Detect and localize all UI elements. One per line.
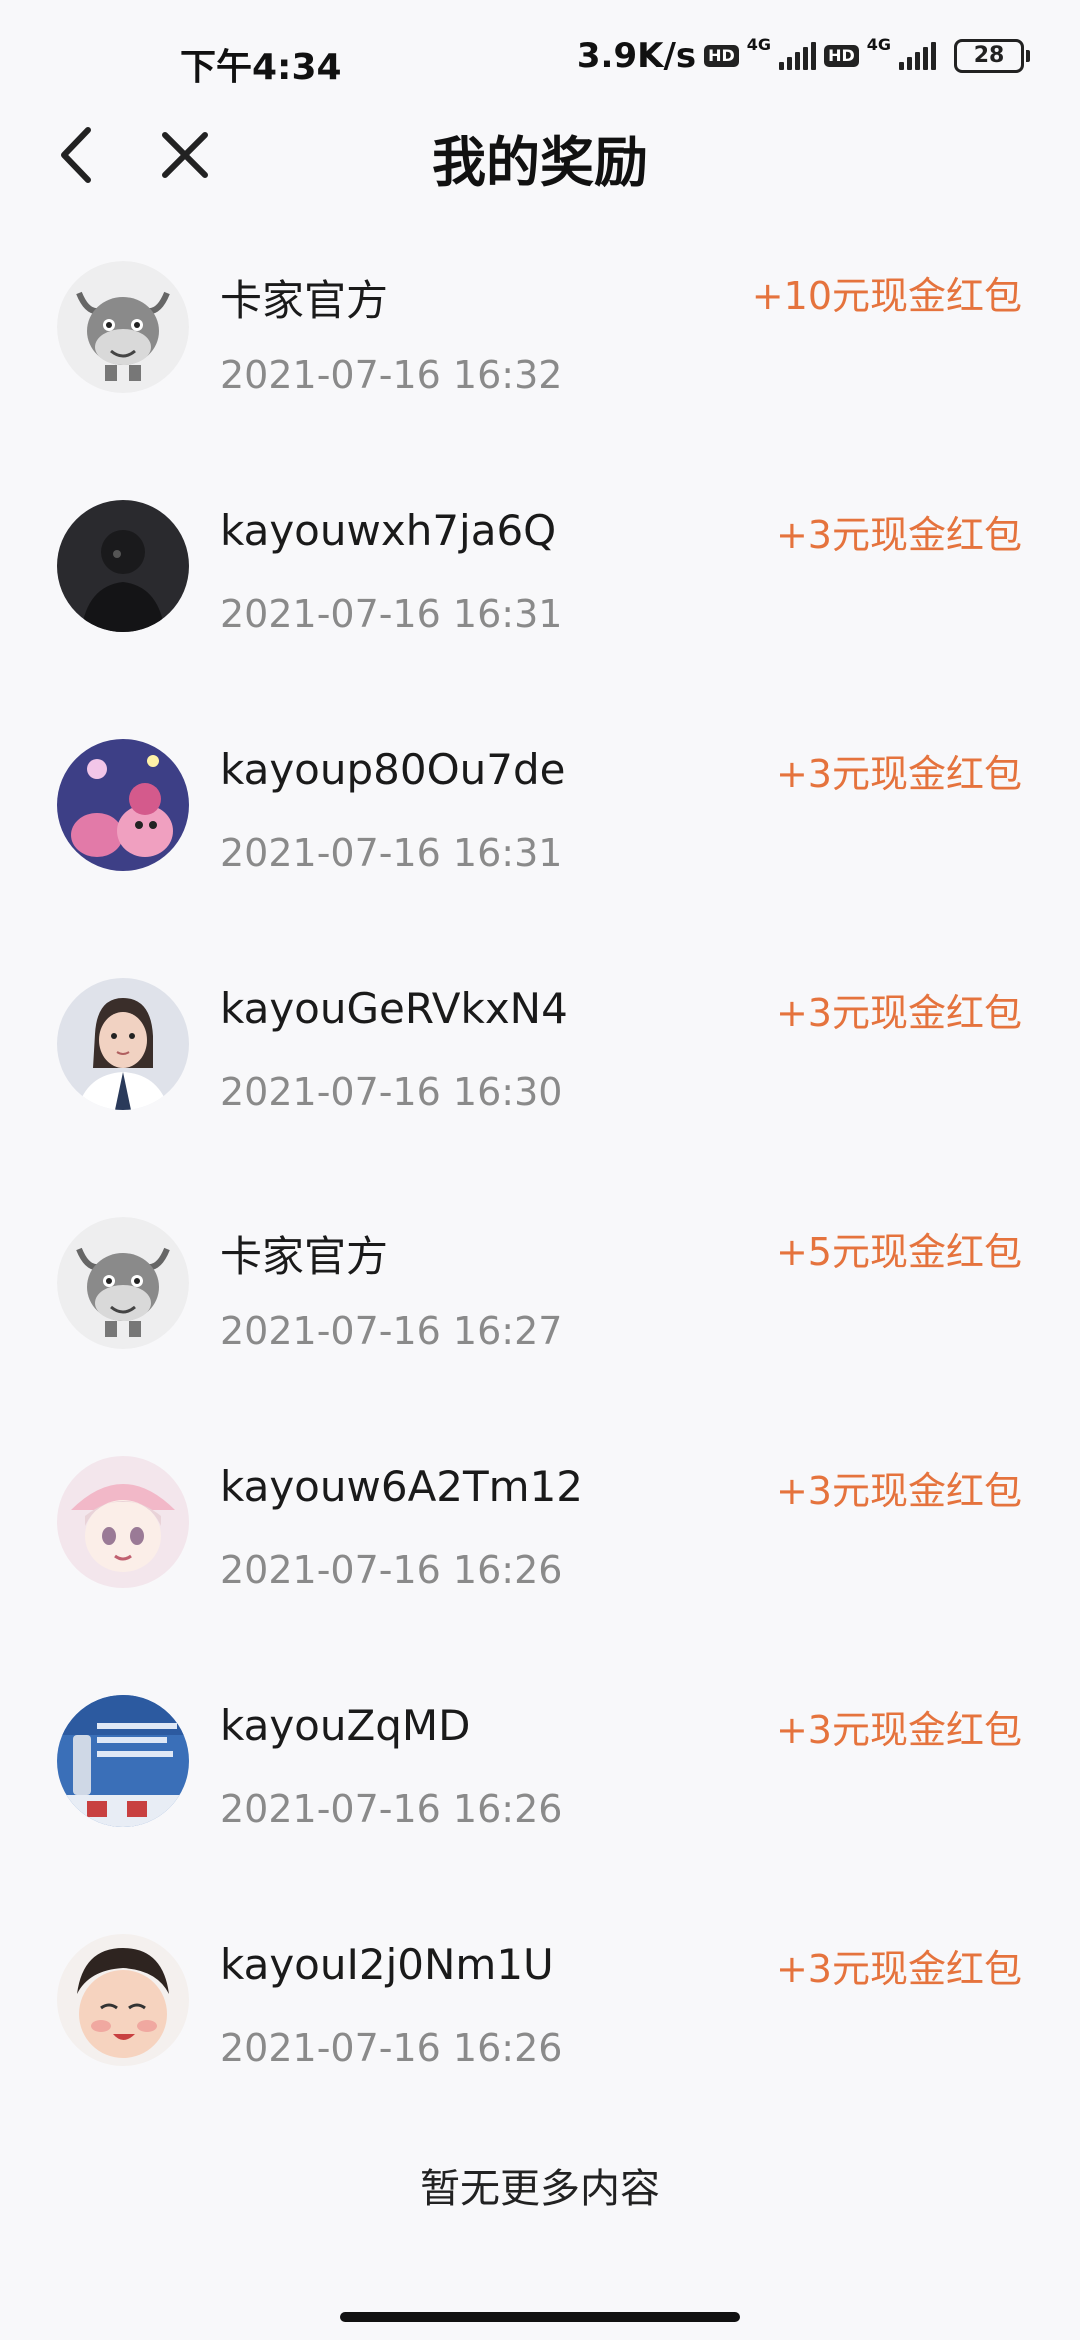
- list-item[interactable]: kayoup80Ou7de 2021-07-16 16:31 +3元现金红包: [0, 723, 1080, 962]
- anime-girl-avatar[interactable]: [57, 1456, 189, 1588]
- reward-amount: +3元现金红包: [775, 1469, 1022, 1513]
- woman-photo-avatar[interactable]: [57, 978, 189, 1110]
- signal-icon: [899, 42, 936, 70]
- cow-mascot-avatar[interactable]: [57, 1217, 189, 1349]
- reward-time: 2021-07-16 16:27: [220, 1309, 563, 1353]
- user-name: kayouI2j0Nm1U: [220, 1940, 554, 1989]
- reward-amount: +3元现金红包: [775, 1708, 1022, 1752]
- status-time: 下午4:34: [180, 47, 342, 88]
- list-item[interactable]: kayouI2j0Nm1U 2021-07-16 16:26 +3元现金红包: [0, 1918, 1080, 2157]
- signal-icon: [779, 42, 817, 70]
- reward-amount: +3元现金红包: [775, 991, 1022, 1035]
- list-item[interactable]: 卡家官方 2021-07-16 16:27 +5元现金红包: [0, 1201, 1080, 1440]
- reward-time: 2021-07-16 16:32: [220, 353, 563, 397]
- reward-time: 2021-07-16 16:26: [220, 2026, 563, 2070]
- product-ad-avatar[interactable]: [57, 1695, 189, 1827]
- network-type-label: 4G: [746, 34, 772, 54]
- home-indicator[interactable]: [340, 2312, 740, 2322]
- battery-icon: 28: [954, 39, 1030, 73]
- user-name: kayouwxh7ja6Q: [220, 506, 557, 555]
- reward-amount: +3元现金红包: [775, 752, 1022, 796]
- reward-time: 2021-07-16 16:26: [220, 1787, 563, 1831]
- dark-photo-avatar[interactable]: [57, 500, 189, 632]
- reward-amount: +5元现金红包: [775, 1230, 1022, 1274]
- user-name: kayouGeRVkxN4: [220, 984, 568, 1033]
- reward-amount: +3元现金红包: [775, 1947, 1022, 1991]
- no-more-content-label: 暂无更多内容: [420, 2166, 660, 2212]
- status-bar: 下午4:34 3.9K/s HD 4G HD 4G 28: [0, 0, 1080, 120]
- list-item[interactable]: 卡家官方 2021-07-16 16:32 +10元现金红包: [0, 245, 1080, 484]
- reward-time: 2021-07-16 16:30: [220, 1070, 563, 1114]
- cartoon-avatar[interactable]: [57, 739, 189, 871]
- page-title: 我的奖励: [432, 131, 648, 194]
- list-item[interactable]: kayouZqMD 2021-07-16 16:26 +3元现金红包: [0, 1679, 1080, 1918]
- user-name: kayouZqMD: [220, 1701, 471, 1750]
- reward-time: 2021-07-16 16:31: [220, 831, 563, 875]
- user-name: 卡家官方: [220, 276, 389, 325]
- reward-list: 卡家官方 2021-07-16 16:32 +10元现金红包 kayouwxh7…: [0, 245, 1080, 2157]
- reward-amount: +10元现金红包: [751, 274, 1022, 318]
- reward-time: 2021-07-16 16:26: [220, 1548, 563, 1592]
- battery-level: 28: [954, 39, 1024, 73]
- user-name: kayouw6A2Tm12: [220, 1462, 584, 1511]
- header: 我的奖励: [0, 110, 1080, 200]
- user-name: kayoup80Ou7de: [220, 745, 566, 794]
- network-speed: 3.9K/s: [576, 36, 697, 76]
- user-name: 卡家官方: [220, 1232, 389, 1281]
- hd-icon: HD: [704, 45, 739, 67]
- child-photo-avatar[interactable]: [57, 1934, 189, 2066]
- status-indicators: 3.9K/s HD 4G HD 4G 28: [576, 34, 1030, 76]
- list-item[interactable]: kayouw6A2Tm12 2021-07-16 16:26 +3元现金红包: [0, 1440, 1080, 1679]
- list-item[interactable]: kayouwxh7ja6Q 2021-07-16 16:31 +3元现金红包: [0, 484, 1080, 723]
- cow-mascot-avatar[interactable]: [57, 261, 189, 393]
- reward-time: 2021-07-16 16:31: [220, 592, 563, 636]
- reward-amount: +3元现金红包: [775, 513, 1022, 557]
- page: 下午4:34 3.9K/s HD 4G HD 4G 28 我的奖励 卡家官方 2…: [0, 0, 1080, 2340]
- list-item[interactable]: kayouGeRVkxN4 2021-07-16 16:30 +3元现金红包: [0, 962, 1080, 1201]
- network-type-label: 4G: [866, 34, 891, 54]
- hd-icon: HD: [824, 45, 859, 67]
